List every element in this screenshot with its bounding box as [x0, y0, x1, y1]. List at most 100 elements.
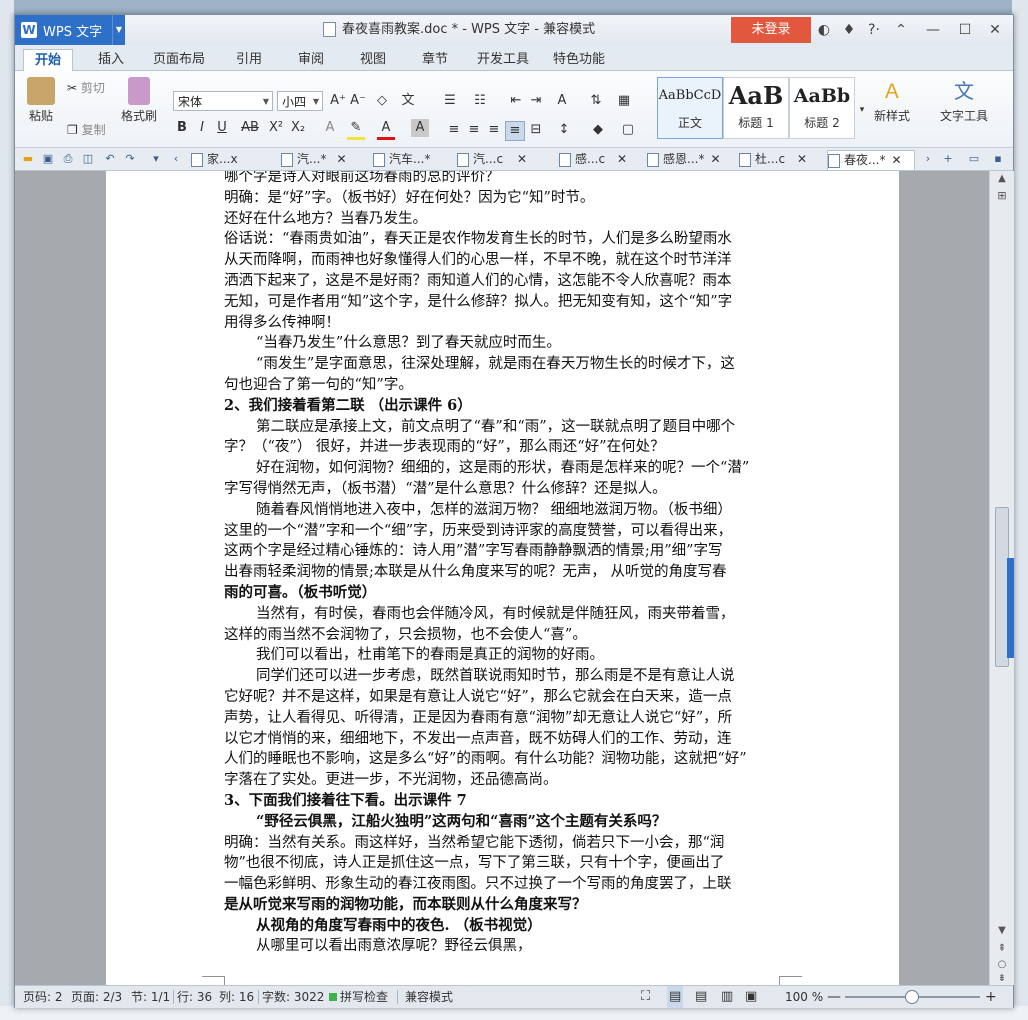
doc-tab[interactable]: 杜...c ✕	[739, 150, 823, 169]
doc-tab-active[interactable]: 春夜...* ✕	[827, 150, 915, 170]
zoom-slider-handle[interactable]	[905, 990, 919, 1004]
align-left-icon[interactable]: ≡	[445, 121, 463, 139]
clear-format-icon[interactable]: ◇	[373, 92, 391, 110]
ruler-toggle-icon[interactable]: ⊞	[990, 189, 1014, 202]
phonetic-icon[interactable]: 文	[399, 92, 417, 110]
bullets-icon[interactable]: ☰	[441, 92, 459, 110]
outline-view-icon[interactable]: ▤	[695, 986, 707, 1008]
char-shading-icon[interactable]: A	[411, 119, 429, 137]
italic-icon[interactable]: I	[193, 119, 211, 137]
sort-icon[interactable]: ⇅	[587, 92, 605, 110]
tab-review[interactable]: 审阅	[287, 49, 335, 70]
page-view-icon[interactable]: ▤	[667, 986, 684, 1008]
paste-button[interactable]: 粘贴	[21, 77, 61, 124]
tab-chapter[interactable]: 章节	[411, 49, 459, 70]
next-page-icon[interactable]: ⇟	[990, 973, 1014, 984]
text-effect-icon[interactable]: A	[321, 119, 339, 137]
redo-icon[interactable]: ↷	[123, 152, 137, 166]
distribute-icon[interactable]: ⊟	[527, 121, 545, 139]
tab-insert[interactable]: 插入	[87, 49, 135, 70]
subscript-icon[interactable]: X₂	[289, 119, 307, 137]
prev-page-icon[interactable]: ⇞	[990, 943, 1014, 954]
format-painter-button[interactable]: 格式刷	[119, 77, 159, 124]
justify-icon[interactable]: ≡	[505, 121, 525, 141]
shrink-font-icon[interactable]: A⁻	[349, 92, 367, 110]
style-heading2[interactable]: AaBb 标题 2	[789, 77, 855, 139]
copy-button[interactable]: ❐ 复制	[67, 121, 115, 138]
align-right-icon[interactable]: ≡	[485, 121, 503, 139]
tab-options-icon[interactable]: ▪	[991, 152, 1005, 166]
maximize-icon[interactable]: ☐	[953, 15, 977, 45]
highlight-icon[interactable]: ✎	[347, 119, 365, 140]
web-view-icon[interactable]: ▥	[721, 986, 733, 1008]
close-tab-icon[interactable]: ✕	[517, 152, 527, 166]
tab-developer[interactable]: 开发工具	[471, 49, 535, 70]
status-word-count[interactable]: 字数: 3022	[262, 986, 324, 1008]
scroll-down-icon[interactable]: ▼	[990, 925, 1014, 936]
collapse-ribbon-icon[interactable]: ⌃	[889, 15, 913, 45]
scroll-up-icon[interactable]: ▲	[990, 173, 1014, 184]
doc-tab[interactable]: 感恩...* ✕	[647, 150, 741, 169]
align-center-icon[interactable]: ≡	[465, 121, 483, 139]
tab-page-layout[interactable]: 页面布局	[147, 49, 211, 70]
doc-tab[interactable]: 汽...c ✕	[457, 150, 537, 169]
document-body[interactable]: 哪个字是诗人对眼前这场春雨的总的评价？ 明确：是“好”字。（板书好）好在何处？因…	[224, 171, 784, 957]
style-heading1[interactable]: AaB 标题 1	[723, 77, 789, 139]
borders-icon[interactable]: ▢	[619, 121, 637, 139]
tab-references[interactable]: 引用	[225, 49, 273, 70]
document-page[interactable]: 哪个字是诗人对眼前这场春雨的总的评价？ 明确：是“好”字。（板书好）好在何处？因…	[106, 171, 899, 985]
open-folder-icon[interactable]: ▬	[21, 152, 35, 166]
bold-icon[interactable]: B	[173, 119, 191, 137]
numbering-icon[interactable]: ☷	[471, 92, 489, 110]
tab-home[interactable]: 开始	[23, 49, 73, 71]
strikethrough-icon[interactable]: AB	[241, 119, 259, 137]
cut-button[interactable]: ✂ 剪切	[67, 79, 115, 96]
grow-font-icon[interactable]: A⁺	[329, 92, 347, 110]
decrease-indent-icon[interactable]: ⇤	[507, 92, 525, 110]
underline-icon[interactable]: U	[213, 119, 231, 137]
close-tab-icon[interactable]: ✕	[617, 152, 627, 166]
new-style-button[interactable]: Ａ 新样式	[867, 77, 917, 124]
reading-view-icon[interactable]: ▣	[745, 986, 757, 1008]
superscript-icon[interactable]: X²	[267, 119, 285, 137]
close-tab-icon[interactable]: ✕	[797, 152, 807, 166]
tabs-scroll-right-icon[interactable]: ›	[921, 152, 935, 166]
zoom-in-icon[interactable]: +	[985, 986, 997, 1008]
select-browse-icon[interactable]: ○	[990, 959, 1014, 970]
close-tab-icon[interactable]: ✕	[336, 152, 346, 166]
login-button[interactable]: 未登录	[731, 17, 811, 43]
save-icon[interactable]: ▣	[41, 152, 55, 166]
style-normal[interactable]: AaBbCcD 正文	[657, 77, 723, 139]
doc-tab[interactable]: 汽...* ✕	[281, 150, 369, 169]
doc-tab[interactable]: 汽车...*	[373, 150, 455, 169]
app-menu-button[interactable]: W WPS 文字 ▼	[15, 15, 125, 45]
quick-access-dropdown-icon[interactable]: ▾	[149, 152, 163, 166]
tab-features[interactable]: 特色功能	[547, 49, 611, 70]
help-icon[interactable]: ?·	[863, 15, 885, 45]
shirt-icon[interactable]: ♦	[840, 15, 858, 45]
font-name-select[interactable]: 宋体 ▼	[173, 91, 273, 111]
print-preview-icon[interactable]: ◫	[81, 152, 95, 166]
new-tab-icon[interactable]: +	[941, 152, 955, 166]
spell-check-button[interactable]: 拼写检查	[329, 986, 388, 1008]
fullscreen-icon[interactable]: ⛶	[641, 986, 650, 1008]
skin-icon[interactable]: ◐	[815, 15, 833, 45]
doc-tab[interactable]: 感...c ✕	[559, 150, 637, 169]
tab-list-icon[interactable]: ▭	[967, 152, 981, 166]
close-tab-icon[interactable]: ✕	[710, 152, 720, 166]
table-grid-icon[interactable]: ▦	[615, 92, 633, 110]
status-pages[interactable]: 页面: 2/3	[71, 986, 122, 1008]
increase-indent-icon[interactable]: ⇥	[527, 92, 545, 110]
close-icon[interactable]: ✕	[983, 15, 1007, 45]
font-size-select[interactable]: 小四 ▼	[277, 91, 323, 111]
chinese-layout-icon[interactable]: A	[553, 92, 571, 110]
tab-view[interactable]: 视图	[349, 49, 397, 70]
shading-icon[interactable]: ◆	[589, 121, 607, 139]
close-tab-icon[interactable]: ✕	[891, 153, 901, 167]
zoom-value[interactable]: 100 %	[785, 986, 823, 1008]
tabs-scroll-left-icon[interactable]: ‹	[169, 152, 183, 166]
minimize-icon[interactable]: —	[921, 15, 945, 45]
zoom-out-icon[interactable]: —	[827, 986, 841, 1008]
side-panel-toggle[interactable]	[1007, 558, 1014, 658]
undo-icon[interactable]: ↶	[103, 152, 117, 166]
